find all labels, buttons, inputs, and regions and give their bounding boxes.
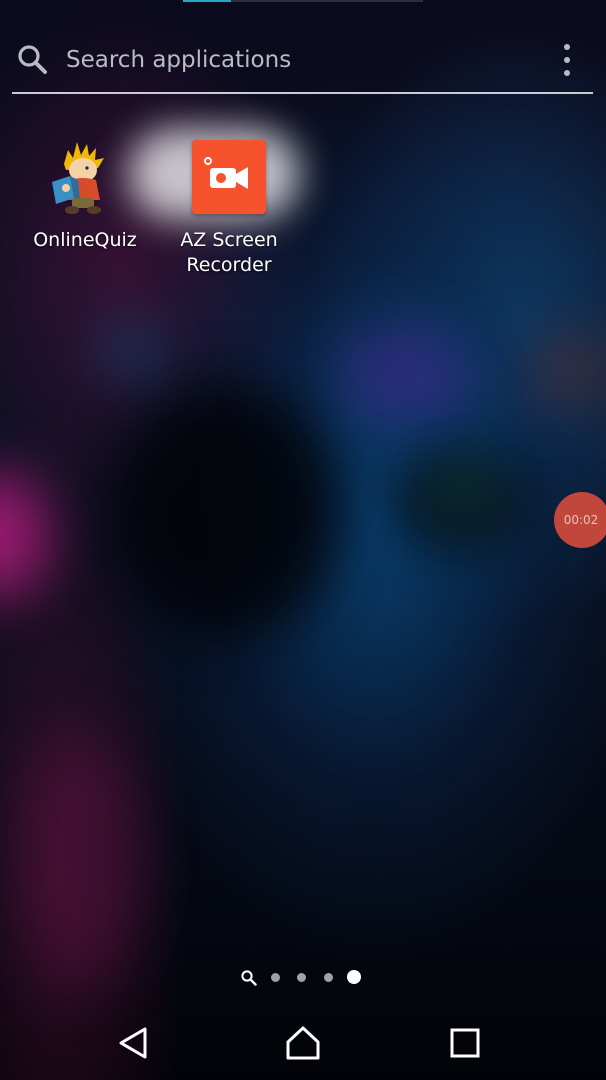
wallpaper-blob (340, 330, 470, 420)
app-label: OnlineQuiz (33, 229, 137, 251)
az-screen-recorder-app-icon (190, 138, 268, 216)
scroll-progress-bar (183, 0, 423, 2)
search-icon (18, 45, 47, 74)
navigation-bar (0, 1000, 606, 1080)
wallpaper-blob (110, 380, 340, 640)
cartoon-boy-reading-icon (52, 142, 104, 214)
menu-dot (564, 57, 570, 63)
wallpaper-blob (440, 470, 490, 510)
wallpaper-blob (0, 470, 50, 600)
search-bar[interactable] (12, 30, 593, 94)
onlinequiz-app-icon (46, 138, 124, 216)
page-indicator (240, 968, 370, 988)
home-icon[interactable] (278, 1018, 328, 1068)
search-page-icon[interactable] (240, 969, 258, 987)
app-az-screen-recorder[interactable]: AZ Screen Recorder (154, 138, 304, 278)
back-icon[interactable] (108, 1018, 158, 1068)
wallpaper-blob (100, 320, 160, 380)
page-dot[interactable] (324, 973, 333, 982)
menu-dot (564, 44, 570, 50)
app-label: AZ Screen Recorder (180, 229, 278, 276)
search-input[interactable] (66, 42, 526, 78)
page-dot-active[interactable] (347, 970, 361, 984)
wallpaper-blob (530, 330, 606, 410)
recording-timer: 00:02 (563, 513, 599, 527)
recents-icon[interactable] (440, 1018, 490, 1068)
overflow-menu-icon[interactable] (557, 44, 577, 76)
page-dot[interactable] (271, 973, 280, 982)
app-icon-tile (192, 140, 266, 214)
video-camera-icon (204, 157, 248, 189)
wallpaper-blob (20, 730, 140, 990)
screen-recording-timer-bubble[interactable]: 00:02 (554, 492, 606, 548)
page-dot[interactable] (297, 973, 306, 982)
scroll-progress-fill (183, 0, 231, 2)
menu-dot (564, 70, 570, 76)
